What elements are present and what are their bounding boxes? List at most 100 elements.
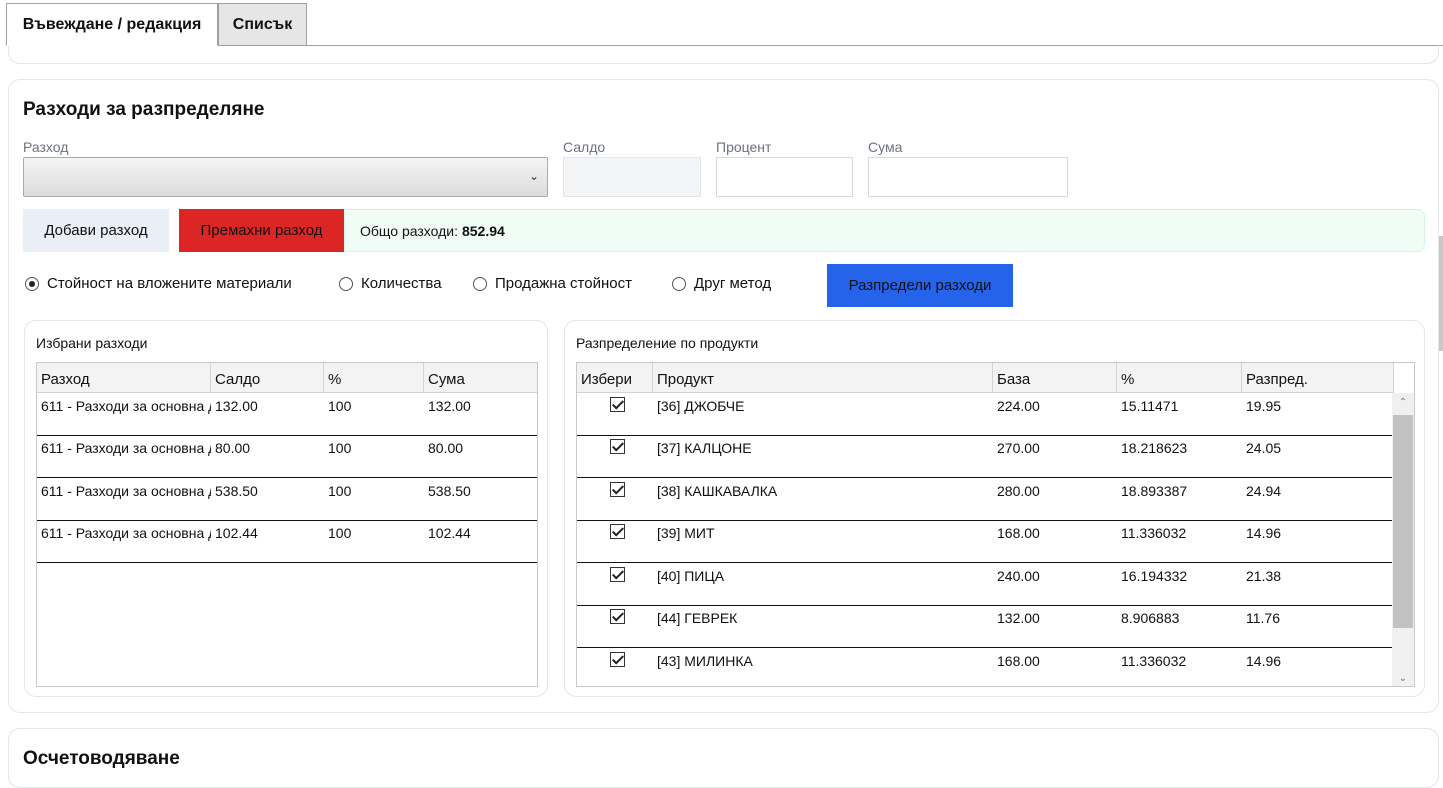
- accounting-card: [8, 728, 1439, 788]
- remove-expense-button[interactable]: Премахни разход: [179, 209, 344, 252]
- checkbox-checked-icon[interactable]: [609, 397, 625, 412]
- scroll-up-icon[interactable]: ⌃: [1392, 397, 1414, 408]
- radio-icon: [339, 276, 353, 291]
- radio-icon: [473, 276, 487, 291]
- table-row[interactable]: 611 - Разходи за основна дейност 80.00 1…: [37, 435, 537, 478]
- column-header[interactable]: Разход: [37, 363, 211, 393]
- chevron-down-icon: ⌄: [528, 169, 539, 183]
- cell-product: [43] МИЛИНКА: [657, 653, 753, 669]
- total-expenses-box: Общо разходи: 852.94: [344, 209, 1425, 252]
- scroll-down-icon[interactable]: ⌄: [1392, 673, 1414, 684]
- cell-amount: 102.44: [428, 525, 471, 541]
- cell-select[interactable]: [577, 435, 653, 477]
- cell-select[interactable]: [577, 520, 653, 562]
- distribute-expenses-button[interactable]: Разпредели разходи: [827, 264, 1013, 307]
- grid-header: Разход Салдо % Сума: [37, 363, 537, 393]
- checkbox-checked-icon[interactable]: [609, 652, 625, 667]
- table-row[interactable]: 611 - Разходи за основна дейност 538.50 …: [37, 478, 537, 521]
- column-header[interactable]: Сума: [424, 363, 537, 393]
- cell-base: 168.00: [997, 525, 1040, 541]
- cell-product: [36] ДЖОБЧЕ: [657, 398, 745, 414]
- table-row[interactable]: [44] ГЕВРЕК 132.00 8.906883 11.76: [577, 605, 1392, 648]
- method-radio-sale-value[interactable]: Продажна стойност: [473, 275, 632, 292]
- cell-percent: 100: [328, 483, 352, 499]
- method-label: Друг метод: [694, 275, 772, 292]
- table-row[interactable]: [40] ПИЦА 240.00 16.194332 21.38: [577, 563, 1392, 606]
- cell-base: 132.00: [997, 610, 1040, 626]
- table-row[interactable]: 611 - Разходи за основна дейност 132.00 …: [37, 393, 537, 436]
- table-row[interactable]: 611 - Разходи за основна дейност 102.44 …: [37, 520, 537, 563]
- cell-base: 224.00: [997, 398, 1040, 414]
- cell-percent: 8.906883: [1121, 610, 1180, 626]
- cell-percent: 18.218623: [1121, 440, 1188, 456]
- tab-bar: Въвеждане / редакция Списък: [0, 0, 1443, 46]
- cell-distributed: 11.76: [1246, 610, 1280, 626]
- table-row[interactable]: [36] ДЖОБЧЕ 224.00 15.11471 19.95: [577, 393, 1392, 436]
- radio-icon: [672, 276, 686, 291]
- checkbox-checked-icon[interactable]: [609, 567, 625, 582]
- amount-field[interactable]: [868, 157, 1068, 197]
- cell-product: [39] МИТ: [657, 525, 715, 541]
- column-header[interactable]: База: [993, 363, 1117, 393]
- method-label: Количества: [361, 275, 442, 292]
- method-radio-materials[interactable]: Стойност на вложените материали: [25, 275, 292, 292]
- cell-select[interactable]: [577, 563, 653, 605]
- checkbox-checked-icon[interactable]: [609, 609, 625, 624]
- cell-select[interactable]: [577, 605, 653, 647]
- add-expense-button[interactable]: Добави разход: [23, 209, 169, 252]
- method-label: Продажна стойност: [495, 275, 632, 292]
- cell-select[interactable]: [577, 648, 653, 686]
- total-expenses-value: 852.94: [461, 222, 505, 239]
- amount-label: Сума: [868, 139, 903, 155]
- page-scrollbar-thumb[interactable]: [1439, 236, 1443, 351]
- checkbox-checked-icon[interactable]: [609, 439, 625, 454]
- cell-percent: 16.194332: [1121, 568, 1188, 584]
- grid-scrollbar[interactable]: ⌃ ⌄: [1392, 393, 1414, 686]
- table-row[interactable]: [37] КАЛЦОНЕ 270.00 18.218623 24.05: [577, 435, 1392, 478]
- expense-select[interactable]: ⌄: [23, 157, 548, 197]
- cell-product: [44] ГЕВРЕК: [657, 610, 738, 626]
- cell-percent: 100: [328, 398, 352, 414]
- cell-percent: 100: [328, 440, 352, 456]
- percent-field[interactable]: [716, 157, 853, 197]
- balance-label: Салдо: [563, 139, 606, 155]
- cell-distributed: 14.96: [1246, 653, 1282, 669]
- cell-expense: 611 - Разходи за основна дейност: [41, 483, 211, 499]
- method-radio-quantities[interactable]: Количества: [339, 275, 442, 292]
- cell-distributed: 19.95: [1246, 398, 1282, 414]
- grid-header: Избери Продукт База % Разпред.: [577, 363, 1394, 393]
- cell-base: 270.00: [997, 440, 1040, 456]
- column-header[interactable]: Избери: [577, 363, 653, 393]
- cell-distributed: 24.05: [1246, 440, 1282, 456]
- cell-select[interactable]: [577, 393, 653, 435]
- tab-list[interactable]: Списък: [218, 3, 307, 46]
- column-header[interactable]: Разпред.: [1242, 363, 1394, 393]
- method-radio-other[interactable]: Друг метод: [672, 275, 771, 292]
- cell-percent: 100: [328, 525, 352, 541]
- column-header[interactable]: Продукт: [653, 363, 993, 393]
- section-title-accounting: Осчетоводяване: [23, 748, 180, 769]
- cell-distributed: 21.38: [1246, 568, 1282, 584]
- checkbox-checked-icon[interactable]: [609, 524, 625, 539]
- checkbox-checked-icon[interactable]: [609, 482, 625, 497]
- column-header[interactable]: %: [1117, 363, 1242, 393]
- table-row[interactable]: [43] МИЛИНКА 168.00 11.336032 14.96: [577, 648, 1392, 686]
- product-distribution-grid[interactable]: Избери Продукт База % Разпред. [36] ДЖОБ…: [576, 362, 1415, 687]
- tab-edit[interactable]: Въвеждане / редакция: [6, 3, 218, 46]
- cell-select[interactable]: [577, 478, 653, 520]
- expense-label: Разход: [23, 139, 69, 155]
- column-header[interactable]: %: [324, 363, 424, 393]
- cell-base: 168.00: [997, 653, 1040, 669]
- cell-balance: 538.50: [215, 483, 258, 499]
- total-expenses-label: Общо разходи:: [360, 222, 458, 239]
- selected-expenses-grid[interactable]: Разход Салдо % Сума 611 - Разходи за осн…: [36, 362, 538, 687]
- cell-percent: 11.336032: [1121, 653, 1187, 669]
- cell-base: 280.00: [997, 483, 1040, 499]
- column-header[interactable]: Салдо: [211, 363, 324, 393]
- table-row[interactable]: [38] КАШКАВАЛКА 280.00 18.893387 24.94: [577, 478, 1392, 521]
- method-label: Стойност на вложените материали: [47, 275, 292, 292]
- table-row[interactable]: [39] МИТ 168.00 11.336032 14.96: [577, 520, 1392, 563]
- scrollbar-thumb[interactable]: [1393, 415, 1413, 628]
- cell-distributed: 24.94: [1246, 483, 1282, 499]
- cell-percent: 15.11471: [1121, 398, 1179, 414]
